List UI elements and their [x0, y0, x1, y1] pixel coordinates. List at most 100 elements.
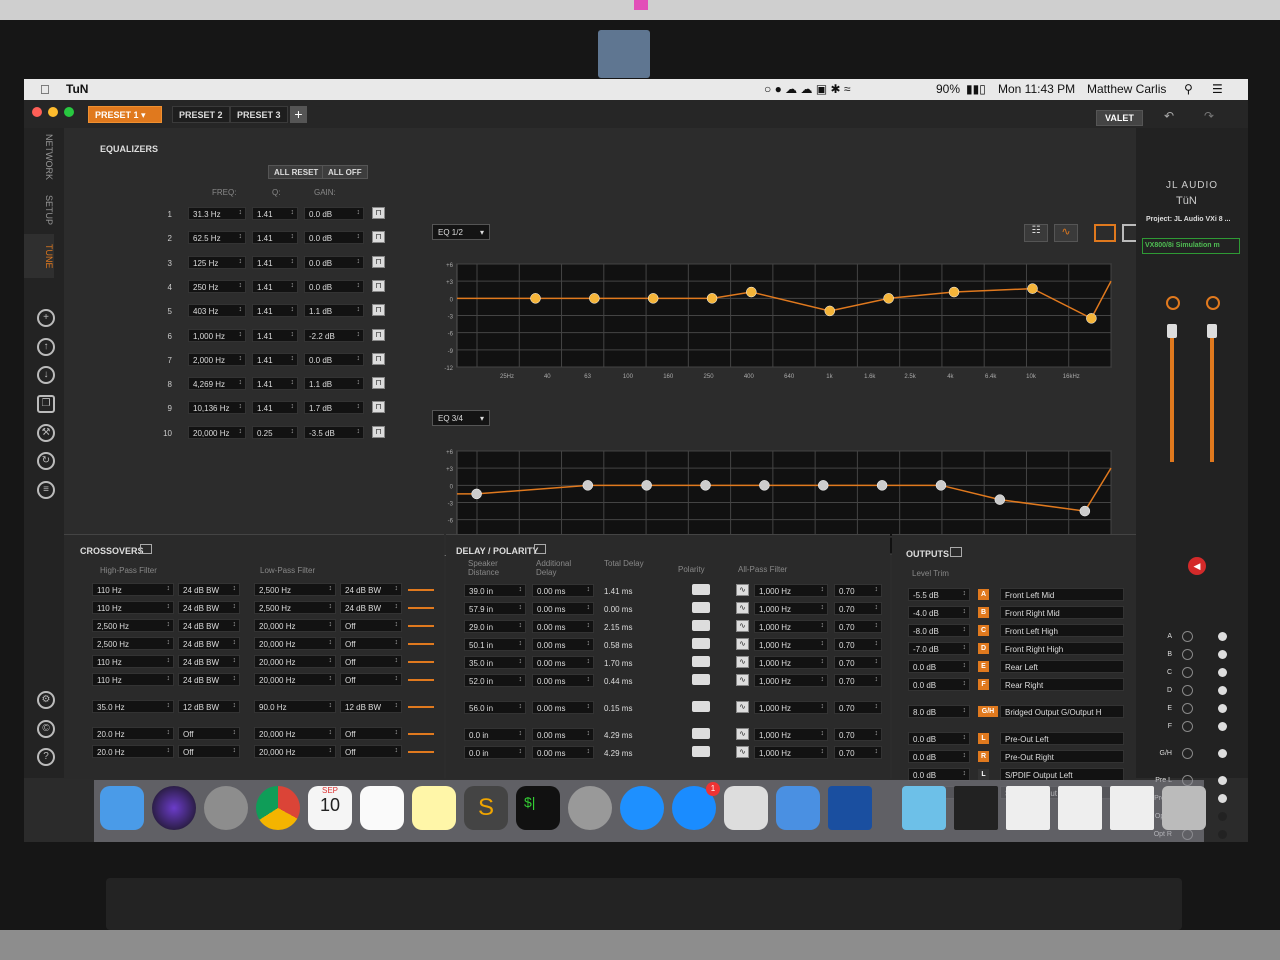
- eq-freq-field[interactable]: 250 Hz ↕: [188, 279, 246, 293]
- notification-center-icon[interactable]: ☰: [1212, 82, 1223, 96]
- level-trim-field[interactable]: 0.0 dB ↕: [908, 750, 970, 763]
- level-trim-field[interactable]: -7.0 dB ↕: [908, 642, 970, 655]
- remote-desktop-icon[interactable]: [776, 786, 820, 830]
- launchpad-icon[interactable]: [204, 786, 248, 830]
- channel-mute-icon[interactable]: [1182, 703, 1193, 714]
- eq-gain-field[interactable]: 1.7 dB ↕: [304, 401, 364, 415]
- eq-band-handle[interactable]: [641, 480, 652, 491]
- hp-slope-select[interactable]: Off ↕: [178, 745, 240, 758]
- eq12-graph[interactable]: +6 +3 0 -3 -6 -9 -12 25Hz 40 63 100 160 250 400 640 1k 1…: [439, 256, 1129, 386]
- eq-band-handle[interactable]: [1079, 505, 1091, 517]
- all-pass-freq-field[interactable]: 1,000 Hz ↕: [754, 656, 828, 669]
- preset-tab-2[interactable]: PRESET 2: [172, 106, 230, 123]
- polarity-toggle[interactable]: [692, 728, 710, 739]
- eq-gain-field[interactable]: -2.2 dB ↕: [304, 328, 364, 342]
- peaking-filter-icon[interactable]: ⊓: [372, 401, 385, 414]
- lp-slope-select[interactable]: Off ↕: [340, 727, 402, 740]
- all-pass-q-field[interactable]: 0.70 ↕: [834, 620, 882, 633]
- speaker-distance-field[interactable]: 35.0 in ↕: [464, 656, 526, 669]
- lp-freq-field[interactable]: 20,000 Hz ↕: [254, 745, 336, 758]
- polarity-toggle[interactable]: [692, 638, 710, 649]
- lp-freq-field[interactable]: 20,000 Hz ↕: [254, 727, 336, 740]
- eq-freq-field[interactable]: 2,000 Hz ↕: [188, 352, 246, 366]
- channel-mute-icon[interactable]: [1182, 685, 1193, 696]
- output-name-field[interactable]: Front Right Mid: [1000, 606, 1124, 619]
- eq-band-handle[interactable]: [994, 494, 1006, 505]
- output-name-field[interactable]: Front Left Mid: [1000, 588, 1124, 601]
- polarity-toggle[interactable]: [692, 584, 710, 595]
- minimized-window-2[interactable]: [1006, 786, 1050, 830]
- all-pass-filter-icon[interactable]: ∿: [736, 602, 749, 614]
- tab-tune[interactable]: TUNE: [24, 234, 54, 278]
- hp-slope-select[interactable]: 24 dB BW ↕: [178, 655, 240, 668]
- eq-band-handle[interactable]: [759, 480, 770, 491]
- hp-freq-field[interactable]: 110 Hz ↕: [92, 583, 174, 596]
- eq-freq-field[interactable]: 10,136 Hz ↕: [188, 401, 246, 415]
- speaker-distance-field[interactable]: 57.9 in ↕: [464, 602, 526, 615]
- hp-slope-select[interactable]: 24 dB BW ↕: [178, 673, 240, 686]
- additional-delay-field[interactable]: 0.00 ms ↕: [532, 674, 594, 687]
- additional-delay-field[interactable]: 0.00 ms ↕: [532, 602, 594, 615]
- all-pass-q-field[interactable]: 0.70 ↕: [834, 701, 882, 714]
- level-slider-right[interactable]: [1210, 324, 1214, 462]
- eq-q-field[interactable]: 1.41 ↕: [252, 377, 298, 391]
- eq-gain-field[interactable]: 0.0 dB ↕: [304, 231, 364, 245]
- lp-slope-select[interactable]: 24 dB BW ↕: [340, 601, 402, 614]
- eq-gain-field[interactable]: 0.0 dB ↕: [304, 207, 364, 220]
- tab-setup[interactable]: SETUP: [24, 188, 54, 232]
- all-pass-filter-icon[interactable]: ∿: [736, 728, 749, 740]
- eq-band-handle[interactable]: [935, 480, 947, 491]
- all-pass-q-field[interactable]: 0.70 ↕: [834, 584, 882, 597]
- graph-icon[interactable]: [950, 547, 962, 557]
- lp-freq-field[interactable]: 20,000 Hz ↕: [254, 637, 336, 650]
- channel-mute-icon[interactable]: [1182, 748, 1193, 759]
- eq12-channel-select[interactable]: EQ 1/2 ▾: [432, 224, 490, 240]
- all-pass-q-field[interactable]: 0.70 ↕: [834, 674, 882, 687]
- level-trim-field[interactable]: 8.0 dB ↕: [908, 705, 970, 718]
- all-pass-q-field[interactable]: 0.70 ↕: [834, 656, 882, 669]
- all-pass-filter-icon[interactable]: ∿: [736, 746, 749, 758]
- minimized-window-4[interactable]: [1110, 786, 1154, 830]
- polarity-toggle[interactable]: [692, 620, 710, 631]
- all-pass-q-field[interactable]: 0.70 ↕: [834, 602, 882, 615]
- level-slider-left-handle[interactable]: [1167, 324, 1177, 338]
- eq-band-handle[interactable]: [746, 286, 757, 298]
- level-trim-field[interactable]: 0.0 dB ↕: [908, 678, 970, 691]
- eq-q-field[interactable]: 1.41 ↕: [252, 352, 298, 366]
- finder-icon[interactable]: [100, 786, 144, 830]
- output-name-field[interactable]: Bridged Output G/Output H: [1000, 705, 1124, 718]
- lp-freq-field[interactable]: 20,000 Hz ↕: [254, 673, 336, 686]
- apple-menu-icon[interactable]: : [40, 82, 50, 97]
- eq-q-field[interactable]: 1.41 ↕: [252, 401, 298, 415]
- eq-freq-field[interactable]: 125 Hz ↕: [188, 255, 246, 269]
- peaking-filter-icon[interactable]: ⊓: [372, 207, 385, 219]
- all-pass-freq-field[interactable]: 1,000 Hz ↕: [754, 620, 828, 633]
- hp-freq-field[interactable]: 35.0 Hz ↕: [92, 700, 174, 713]
- graph-icon[interactable]: [140, 544, 152, 554]
- calendar-icon[interactable]: SEP 10: [308, 786, 352, 830]
- download-icon[interactable]: ↓: [37, 366, 55, 384]
- eq-freq-field[interactable]: 403 Hz ↕: [188, 304, 246, 318]
- lp-slope-select[interactable]: Off ↕: [340, 655, 402, 668]
- curve-view-icon[interactable]: ∿: [1054, 224, 1078, 242]
- safari-icon[interactable]: [620, 786, 664, 830]
- hp-slope-select[interactable]: 24 dB BW ↕: [178, 619, 240, 632]
- help-icon[interactable]: ?: [37, 748, 55, 766]
- notes-icon[interactable]: [412, 786, 456, 830]
- eq-q-field[interactable]: 1.41 ↕: [252, 231, 298, 245]
- peaking-filter-icon[interactable]: ⊓: [372, 255, 385, 268]
- terminal-icon[interactable]: $|: [516, 786, 560, 830]
- polarity-toggle[interactable]: [692, 701, 710, 712]
- siri-icon[interactable]: [152, 786, 196, 830]
- minimized-window-3[interactable]: [1058, 786, 1102, 830]
- eq-gain-field[interactable]: 1.1 dB ↕: [304, 377, 364, 391]
- copy-icon[interactable]: ❐: [37, 395, 55, 413]
- zoom-window-button[interactable]: [64, 107, 74, 117]
- lp-freq-field[interactable]: 20,000 Hz ↕: [254, 619, 336, 632]
- forward-arrow-icon[interactable]: ↷: [1204, 109, 1214, 123]
- speaker-distance-field[interactable]: 29.0 in ↕: [464, 620, 526, 633]
- all-pass-freq-field[interactable]: 1,000 Hz ↕: [754, 674, 828, 687]
- all-pass-q-field[interactable]: 0.70 ↕: [834, 638, 882, 651]
- downloads-folder-icon[interactable]: [902, 786, 946, 830]
- eq-gain-field[interactable]: 0.0 dB ↕: [304, 255, 364, 269]
